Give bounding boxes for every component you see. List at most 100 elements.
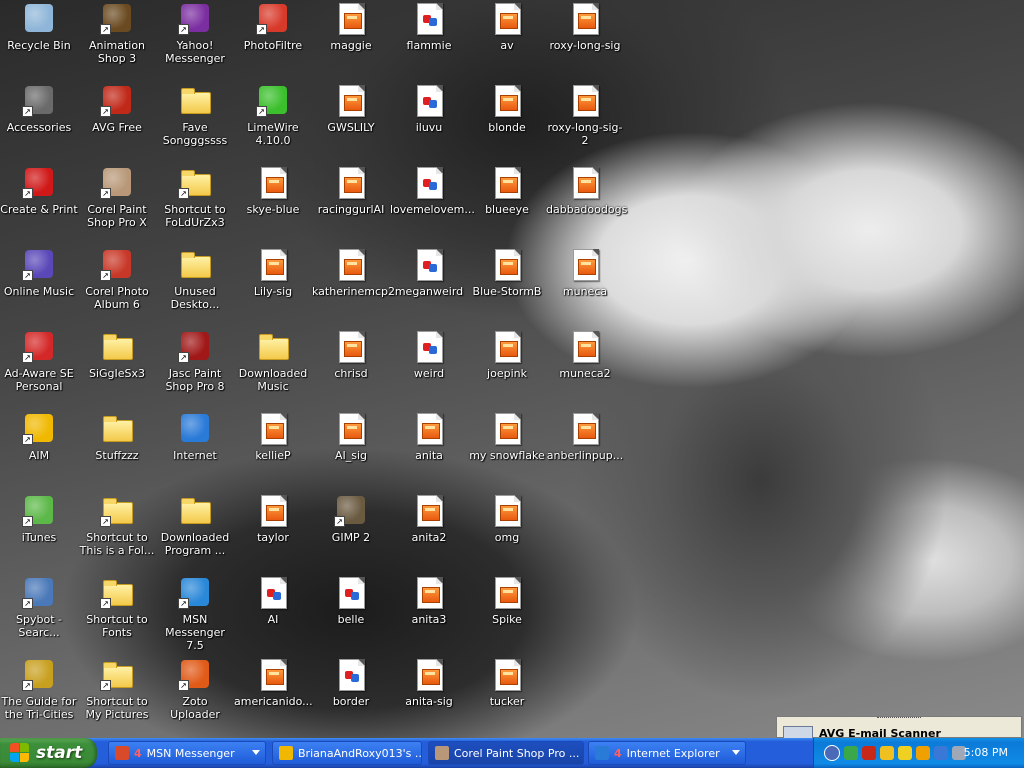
msn-messenger-icon: ↗ [178,576,211,609]
desktop-icon[interactable]: ↗ Yahoo! Messenger [156,2,234,65]
desktop-icon[interactable]: omg [468,494,546,544]
desktop-icon[interactable]: belle [312,576,390,626]
desktop-icon[interactable]: ↗ Spybot - Searc... [0,576,78,639]
popup-grip[interactable] [877,717,921,721]
desktop-icon[interactable]: ↗ Accessories [0,84,78,134]
notification-bell-icon[interactable] [880,746,894,760]
desktop-icon[interactable]: Internet [156,412,234,462]
desktop-icon[interactable]: maggie [312,2,390,52]
aim-icon: ↗ [22,412,55,445]
yahoo-smiley-icon[interactable] [898,746,912,760]
desktop-icon[interactable]: border [312,658,390,708]
msn-buddy-icon[interactable] [934,746,948,760]
desktop-icon-label: anita [415,449,443,462]
desktop-icon[interactable]: ↗ Create & Print [0,166,78,216]
desktop-icon[interactable]: ↗ Online Music [0,248,78,298]
desktop-icon[interactable]: Blue-StormB [468,248,546,298]
network-icon[interactable] [844,746,858,760]
desktop-icon[interactable]: Recycle Bin [0,2,78,52]
desktop-icon[interactable]: meganweird [390,248,468,298]
desktop-icon[interactable]: ↗ AIM [0,412,78,462]
desktop-icon[interactable]: anberlinpup... [546,412,624,462]
desktop-icon[interactable]: ↗ Corel Photo Album 6 [78,248,156,311]
desktop-icon[interactable]: Stuffzzz [78,412,156,462]
corel-paint-shop-icon: ↗ [100,166,133,199]
desktop-icon[interactable]: anita3 [390,576,468,626]
shortcut-arrow-icon: ↗ [22,270,33,281]
desktop-icon[interactable]: AI [234,576,312,626]
desktop-icon[interactable]: ↗ Shortcut to FoLdUrZx3 [156,166,234,229]
taskbar-button-label: BrianaAndRoxy013's ... [298,746,422,760]
taskbar-button[interactable]: 4 Internet Explorer [588,741,746,765]
desktop-icon[interactable]: iluvu [390,84,468,134]
desktop-icon[interactable]: racinggurlAI [312,166,390,216]
desktop-icon[interactable]: ↗ LimeWire 4.10.0 [234,84,312,147]
desktop-icon[interactable]: weird [390,330,468,380]
desktop-icon[interactable]: joepink [468,330,546,380]
yahoo-messenger-icon: ↗ [178,2,211,35]
desktop-icon[interactable]: ↗ GIMP 2 [312,494,390,544]
desktop-icon[interactable]: lovemelovem... [390,166,475,216]
folder-icon [179,248,211,280]
desktop-icon[interactable]: katherinemcp2 [312,248,395,298]
desktop-icon[interactable]: flammie [390,2,468,52]
desktop-icon-label: The Guide for the Tri-Cities [1,695,77,721]
desktop-icon[interactable]: anita-sig [390,658,468,708]
taskbar-button[interactable]: Corel Paint Shop Pro ... [428,741,584,765]
desktop-icon[interactable]: chrisd [312,330,390,380]
desktop-icon[interactable]: ↗ Animation Shop 3 [78,2,156,65]
desktop-icon[interactable]: AI_sig [312,412,390,462]
desktop-icon-label: muneca [562,285,608,298]
desktop-icon[interactable]: ↗ Jasc Paint Shop Pro 8 [156,330,234,393]
clock[interactable]: 5:08 PM [964,746,1008,759]
desktop-icon[interactable]: skye-blue [234,166,312,216]
desktop-icon[interactable]: Spike [468,576,546,626]
desktop-icon[interactable]: av [468,2,546,52]
taskbar-button-label: MSN Messenger [146,746,235,760]
desktop-icon[interactable]: ↗ Shortcut to This is a Fol... [78,494,156,557]
desktop-icon-label: Jasc Paint Shop Pro 8 [165,367,225,393]
desktop-icon[interactable]: roxy-long-sig-2 [546,84,624,147]
desktop-icon[interactable]: ↗ The Guide for the Tri-Cities [0,658,78,721]
shortcut-arrow-icon: ↗ [22,516,33,527]
desktop-icon[interactable]: GWSLILY [312,84,390,134]
desktop-icon[interactable]: roxy-long-sig [546,2,624,52]
desktop-icon[interactable]: ↗ MSN Messenger 7.5 [156,576,234,652]
desktop-icon[interactable]: Downloaded Music [234,330,312,393]
desktop-icon[interactable]: blueeye [468,166,546,216]
avg-icon[interactable] [862,746,876,760]
aim-tray-icon[interactable] [916,746,930,760]
desktop-icon[interactable]: dabbadoodogs [546,166,627,216]
desktop-icon[interactable]: americanido... [234,658,313,708]
avg-email-scanner-popup[interactable]: AVG E-mail Scanner [776,716,1022,742]
desktop-icon[interactable]: Downloaded Program ... [156,494,234,557]
desktop-icon[interactable]: Lily-sig [234,248,312,298]
desktop-icon[interactable]: SiGgIeSx3 [78,330,156,380]
desktop-icon[interactable]: ↗ Ad-Aware SE Personal [0,330,78,393]
image-file-icon [335,166,367,199]
taskbar-button[interactable]: BrianaAndRoxy013's ... [272,741,422,765]
back-arrow-icon[interactable] [824,745,840,761]
desktop-icon-label: Spybot - Searc... [16,613,62,639]
desktop-icon[interactable]: muneca [546,248,624,298]
desktop-icon[interactable]: blonde [468,84,546,134]
taskbar-button[interactable]: 4 MSN Messenger [108,741,266,765]
desktop-icon[interactable]: taylor [234,494,312,544]
desktop-icon[interactable]: ↗ Shortcut to My Pictures [78,658,156,721]
desktop-icon[interactable]: ↗ AVG Free [78,84,156,134]
desktop-icon[interactable]: Unused Deskto... [156,248,234,311]
desktop-icon[interactable]: ↗ iTunes [0,494,78,544]
desktop-icon[interactable]: ↗ PhotoFiltre [234,2,312,52]
start-button[interactable]: start [0,738,97,768]
desktop-icon[interactable]: tucker [468,658,546,708]
desktop-icon[interactable]: my snowflake [468,412,546,462]
desktop-icon[interactable]: Fave Songggssss [156,84,234,147]
desktop-icon[interactable]: ↗ Corel Paint Shop Pro X [78,166,156,229]
desktop-icon[interactable]: ↗ Zoto Uploader [156,658,234,721]
desktop-icon[interactable]: ↗ Shortcut to Fonts [78,576,156,639]
desktop-icon-label: Stuffzzz [95,449,139,462]
desktop-icon[interactable]: anita2 [390,494,468,544]
desktop-icon[interactable]: kellieP [234,412,312,462]
desktop-icon[interactable]: muneca2 [546,330,624,380]
desktop-icon[interactable]: anita [390,412,468,462]
